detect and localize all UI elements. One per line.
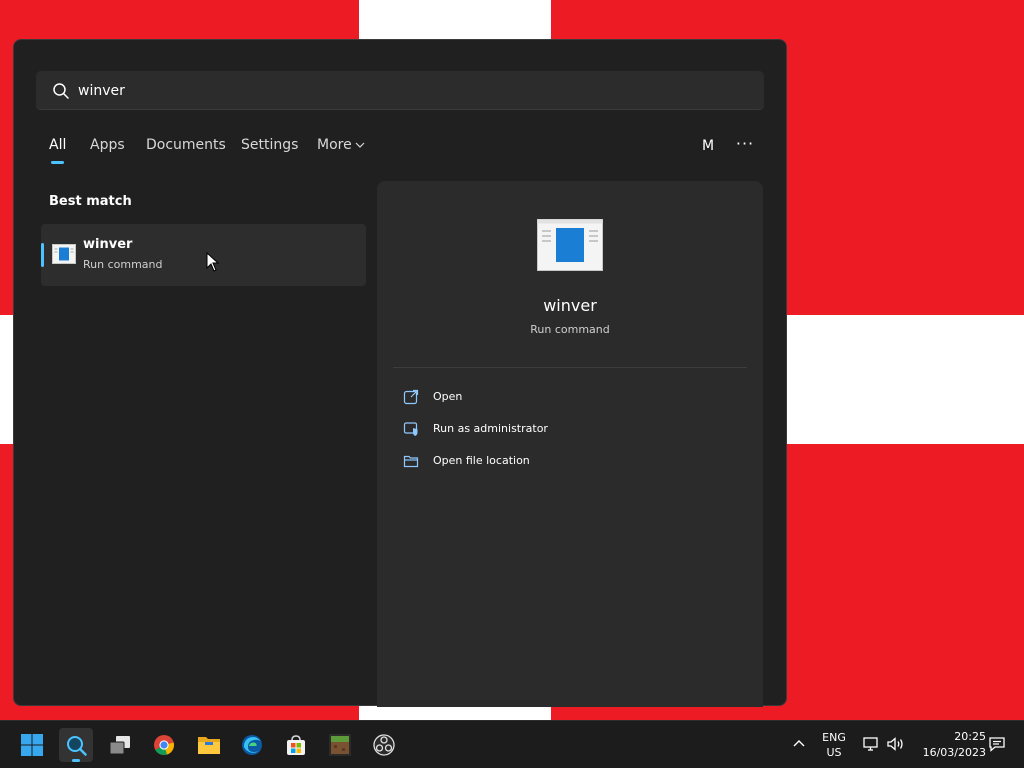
tab-more-label: More (317, 137, 352, 153)
result-subtitle: Run command (83, 258, 163, 271)
taskbar-chrome-button[interactable] (147, 728, 181, 762)
search-box[interactable] (36, 71, 764, 110)
chevron-down-icon (355, 142, 365, 148)
account-avatar[interactable]: M (697, 135, 719, 157)
action-open-file-location[interactable]: Open file location (403, 450, 743, 472)
action-open-file-location-label: Open file location (433, 454, 530, 467)
chrome-icon (154, 735, 175, 755)
chevron-up-icon[interactable] (790, 735, 808, 753)
taskbar-file-explorer-button[interactable] (191, 728, 225, 762)
taskbar-store-button[interactable] (279, 728, 313, 762)
taskbar: ENG US 20:25 16/03/2023 (0, 720, 1024, 768)
search-input[interactable] (78, 71, 738, 110)
best-match-heading: Best match (49, 194, 132, 209)
search-icon (67, 736, 87, 756)
edge-icon (242, 735, 262, 755)
notification-icon[interactable] (988, 735, 1006, 753)
preview-title: winver (543, 296, 597, 315)
file-explorer-icon (198, 737, 220, 754)
preview-pane: winver Run command Open Run as administr… (377, 181, 763, 707)
action-run-as-administrator-label: Run as administrator (433, 422, 548, 435)
windows-start-icon (21, 734, 43, 756)
active-tab-indicator (51, 161, 64, 164)
input-region[interactable]: US (818, 746, 850, 759)
taskbar-task-view-button[interactable] (103, 728, 137, 762)
taskbar-search-button[interactable] (59, 728, 93, 762)
taskbar-minecraft-button[interactable] (323, 728, 357, 762)
search-panel: All Apps Documents Settings More M ··· B… (13, 39, 787, 707)
action-run-as-administrator[interactable]: Run as administrator (403, 418, 743, 440)
search-icon (53, 83, 69, 99)
more-options-button[interactable]: ··· (734, 136, 756, 156)
mouse-cursor-icon (206, 252, 220, 272)
taskbar-edge-button[interactable] (235, 728, 269, 762)
run-command-large-icon (537, 219, 603, 271)
store-icon (287, 735, 305, 755)
tab-apps[interactable]: Apps (90, 137, 125, 153)
folder-icon (403, 455, 419, 468)
result-title: winver (83, 237, 133, 252)
input-language[interactable]: ENG (818, 731, 850, 744)
tab-all[interactable]: All (49, 137, 66, 153)
tab-more[interactable]: More (317, 137, 365, 153)
network-icon[interactable] (862, 735, 880, 753)
run-command-icon (52, 244, 76, 264)
tab-documents[interactable]: Documents (146, 137, 226, 153)
clock-date[interactable]: 16/03/2023 (914, 746, 986, 759)
divider (393, 367, 747, 368)
minecraft-icon (329, 734, 351, 756)
clock-time[interactable]: 20:25 (914, 730, 986, 743)
action-open[interactable]: Open (403, 386, 743, 408)
shield-admin-icon (403, 422, 418, 436)
action-open-label: Open (433, 390, 463, 403)
obs-icon (373, 734, 395, 756)
taskbar-obs-button[interactable] (367, 728, 401, 762)
preview-subtitle: Run command (530, 323, 610, 336)
selected-indicator (41, 243, 44, 267)
task-view-icon (109, 736, 130, 755)
best-match-result-item[interactable]: winver Run command (41, 224, 366, 286)
tab-settings[interactable]: Settings (241, 137, 298, 153)
volume-icon[interactable] (886, 735, 906, 753)
open-external-icon (403, 389, 419, 405)
taskbar-start-button[interactable] (15, 728, 49, 762)
active-app-indicator (72, 759, 80, 762)
